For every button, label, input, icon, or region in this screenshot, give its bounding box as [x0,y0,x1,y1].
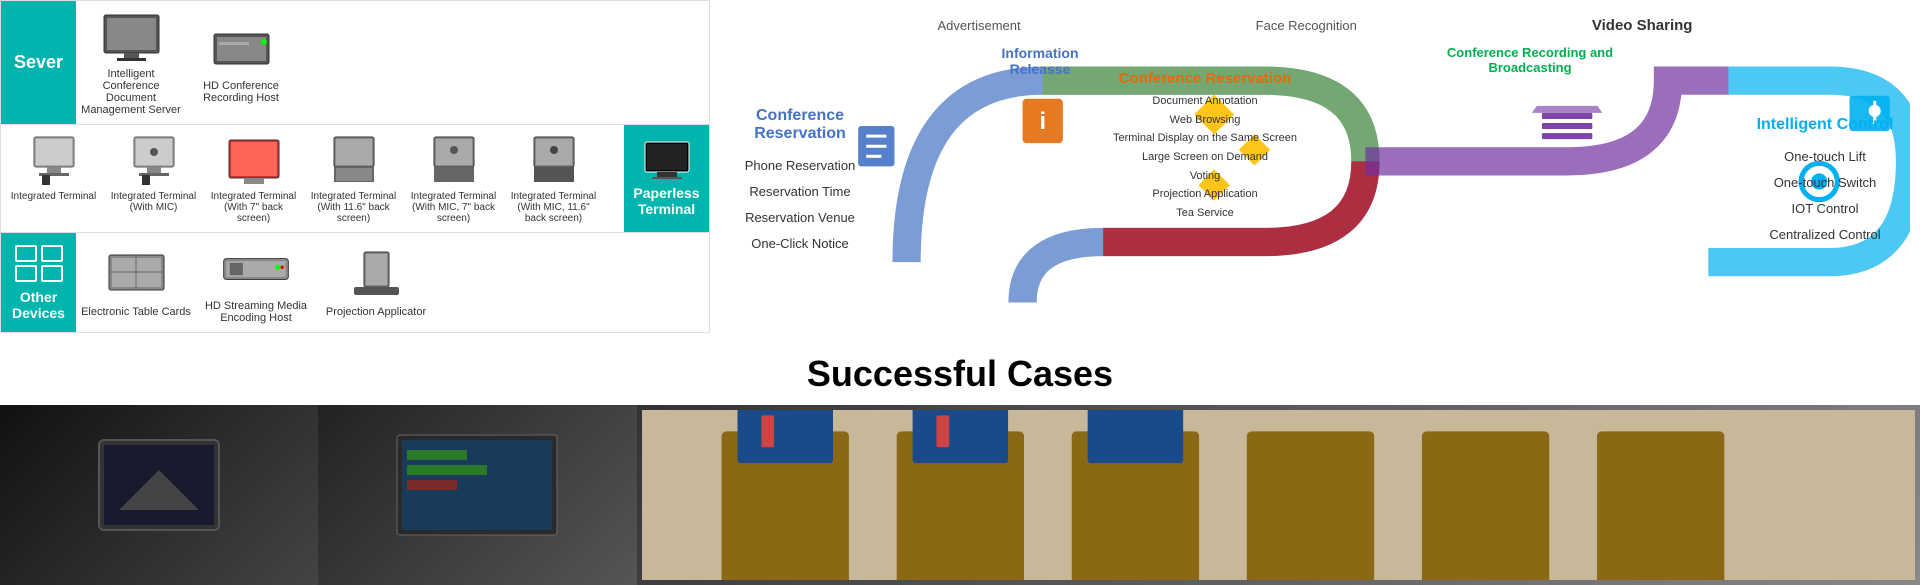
proj-app: Projection Application [1100,185,1310,204]
doc-ann: Document Annotation [1100,92,1310,111]
terminal-item-4: Integrated Terminal (With MIC, 7" back s… [406,133,501,224]
hdcrh-icon [206,21,276,76]
one-click: One-Click Notice [720,231,880,257]
terminal-icon-3 [319,133,389,188]
one-touch-switch: One-touch Switch [1740,170,1910,196]
intel-title: Intelligent Control [1740,116,1910,134]
terminal-icon-5 [519,133,589,188]
terminal-label-4: Integrated Terminal (With MIC, 7" back s… [406,191,501,224]
conf-res-section: Conference Reservation Phone Reservation… [720,40,880,323]
intel-section: Intelligent Control One-touch Lift One-t… [1740,40,1910,323]
other-label-2: Projection Applicator [326,306,426,318]
terminal-label-1: Integrated Terminal (With MIC) [106,191,201,213]
terminal-label-2: Integrated Terminal (With 7" back screen… [206,191,301,224]
recording-title: Conference Recording and Broadcasting [1440,45,1620,75]
paperless-label: Paperless Terminal [629,185,704,217]
other-items: Electronic Table Cards H [76,233,709,332]
terminal-display: Terminal Display on the Same Screen [1100,129,1310,148]
conf-res2-section: Conference Reservation Document Annotati… [1100,70,1310,223]
svg-text:i: i [1039,108,1046,135]
server-label: Sever [1,1,76,124]
device-item-icdms: Intelligent Conference Document Manageme… [81,9,181,116]
success-section: Successful Cases [0,333,1920,405]
advertisement-label: Advertisement [938,18,1021,33]
other-item-2: Projection Applicator [321,247,431,318]
video-sharing-label: Video Sharing [1592,17,1693,34]
info-rel-title: Information Releasse [970,45,1110,77]
right-panel: Advertisement Face Recognition Video Sha… [710,0,1920,333]
phone-res: Phone Reservation [720,153,880,179]
terminal-icon-1 [119,133,189,188]
other-item-0: Electronic Table Cards [81,247,191,318]
bottom-image-2 [318,405,636,585]
large-screen: Large Screen on Demand [1100,148,1310,167]
voting: Voting [1100,167,1310,186]
server-items: Intelligent Conference Document Manageme… [76,1,709,124]
other-row: Other Devices Electronic Table Car [1,233,709,332]
res-time: Reservation Time [720,179,880,205]
terminal-item-2: Integrated Terminal (With 7" back screen… [206,133,301,224]
terminal-item-0: Integrated Terminal [6,133,101,202]
recording-section: Conference Recording and Broadcasting [1440,45,1620,75]
other-label-1: HD Streaming Media Encoding Host [201,300,311,324]
other-item-1: HD Streaming Media Encoding Host [201,241,311,324]
other-label: Other Devices [1,233,76,332]
terminal-icon-2 [219,133,289,188]
other-label-0: Electronic Table Cards [81,306,191,318]
bottom-images [0,405,1920,585]
left-panel: Sever Intelligent Conference Docu [0,0,710,333]
hdcrh-label: HD Conference Recording Host [191,80,291,104]
terminal-item-5: Integrated Terminal (With MIC, 11.6" bac… [506,133,601,224]
terminal-label-0: Integrated Terminal [11,191,96,202]
res-venue: Reservation Venue [720,205,880,231]
web-browse: Web Browsing [1100,111,1310,130]
success-title: Successful Cases [0,353,1920,395]
info-rel-section: Information Releasse [970,45,1110,77]
bottom-image-1 [0,405,318,585]
conf-res-items: Phone Reservation Reservation Time Reser… [720,153,880,257]
bottom-image-3 [637,405,1920,585]
one-touch-lift: One-touch Lift [1740,144,1910,170]
terminal-label-3: Integrated Terminal (With 11.6" back scr… [306,191,401,224]
intel-items: One-touch Lift One-touch Switch IOT Cont… [1740,144,1910,248]
terminal-label-5: Integrated Terminal (With MIC, 11.6" bac… [506,191,601,224]
icdms-icon [96,9,166,64]
tea-service: Tea Service [1100,204,1310,223]
face-recognition-label: Face Recognition [1256,18,1357,33]
other-icon-0 [101,247,171,302]
conf-res2-title: Conference Reservation [1100,70,1310,87]
conf-res2-items: Document Annotation Web Browsing Termina… [1100,92,1310,223]
paperless-terminal-box: Paperless Terminal [624,125,709,232]
icdms-label: Intelligent Conference Document Manageme… [81,68,181,116]
terminal-icon-0 [19,133,89,188]
conf-res-title: Conference Reservation [720,107,880,143]
other-icon-2 [341,247,411,302]
terminal-item-1: Integrated Terminal (With MIC) [106,133,201,213]
device-item-hdcrh: HD Conference Recording Host [191,21,291,104]
server-row: Sever Intelligent Conference Docu [1,1,709,125]
centralized-control: Centralized Control [1740,222,1910,248]
terminal-item-3: Integrated Terminal (With 11.6" back scr… [306,133,401,224]
terminals-items: Integrated Terminal [1,125,624,232]
main-container: Sever Intelligent Conference Docu [0,0,1920,585]
terminals-row: Integrated Terminal [1,125,709,233]
other-icon-1 [221,241,291,296]
top-section: Sever Intelligent Conference Docu [0,0,1920,333]
terminal-icon-4 [419,133,489,188]
other-devices-label: Other Devices [6,289,71,321]
iot-control: IOT Control [1740,196,1910,222]
